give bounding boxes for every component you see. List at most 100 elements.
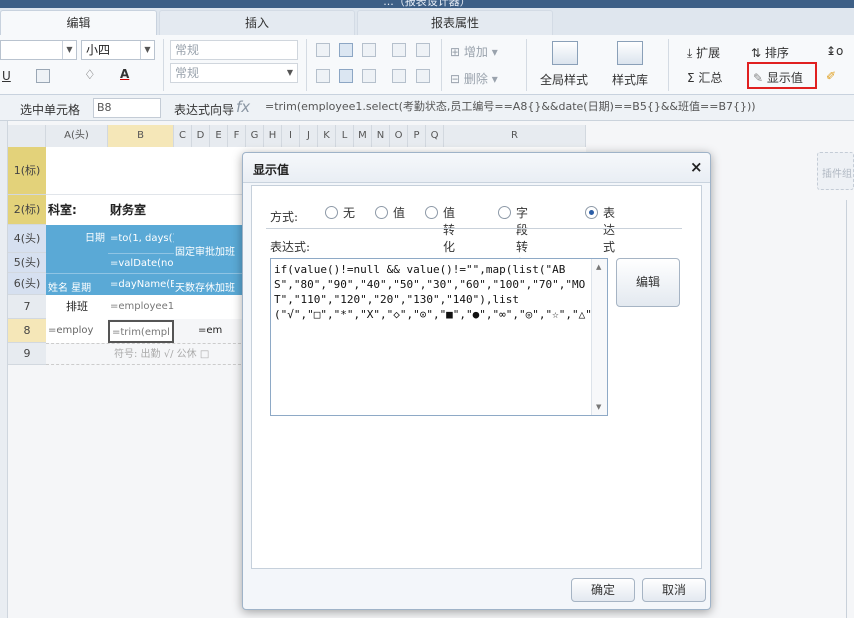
shift-formula-cell[interactable]: =employee1: [108, 295, 248, 319]
col-header[interactable]: A(头): [46, 125, 108, 147]
expand-button[interactable]: ⤓ 扩展: [687, 44, 720, 61]
cell-reference-field[interactable]: B8: [93, 98, 161, 118]
formula-bar: 选中单元格 B8 表达式向导 fx =trim(employee1.select…: [0, 95, 854, 121]
dialog-body: 方式: 无 值 值转化 字段转化 表达式 表达式: if(value()!=nu…: [251, 185, 702, 569]
col-header[interactable]: R: [444, 125, 586, 147]
legend-cell[interactable]: 符号: 出勤 √/ 公休 □: [46, 343, 246, 365]
row-header[interactable]: 8: [8, 319, 46, 343]
row-header[interactable]: 4(头): [8, 225, 46, 253]
col-header[interactable]: C: [174, 125, 192, 147]
scroll-up-icon[interactable]: ▲: [596, 263, 601, 271]
valign-top-icon[interactable]: [316, 69, 330, 83]
format-select-2[interactable]: 常规 ▼: [170, 63, 298, 83]
date-header-cell[interactable]: 日期: [46, 225, 108, 273]
radio-circle[interactable]: [375, 206, 388, 219]
summary-button[interactable]: Σ 汇总: [687, 69, 722, 86]
col-header[interactable]: B: [108, 125, 174, 147]
row-header[interactable]: 7: [8, 295, 46, 319]
indent-decrease-icon[interactable]: [392, 43, 406, 57]
expression-label: 表达式:: [270, 240, 311, 254]
tab-insert[interactable]: 插入: [159, 10, 355, 35]
row-header[interactable]: 1(标): [8, 147, 46, 195]
delete-row-button[interactable]: ⊟ 删除 ▾: [450, 70, 498, 87]
radio-label: 值: [393, 206, 406, 220]
radio-circle[interactable]: [325, 206, 338, 219]
align-right-icon[interactable]: [362, 43, 376, 57]
format-select-1[interactable]: 常规: [170, 40, 298, 60]
col-header[interactable]: O: [390, 125, 408, 147]
style-library-icon[interactable]: [617, 41, 643, 65]
col-header[interactable]: H: [264, 125, 282, 147]
valign-middle-icon[interactable]: [339, 69, 353, 83]
em-formula-cell[interactable]: =em: [198, 319, 248, 343]
fill-color-icon[interactable]: ♢: [84, 68, 96, 83]
global-style-button[interactable]: 全局样式: [540, 71, 588, 88]
insert-row-button[interactable]: ⊞ 增加 ▾: [450, 43, 498, 60]
employee-formula-cell[interactable]: =employ: [46, 319, 108, 343]
radio-circle-selected[interactable]: [585, 206, 598, 219]
col-header[interactable]: K: [318, 125, 336, 147]
row-header[interactable]: 2(标): [8, 195, 46, 225]
col-header[interactable]: M: [354, 125, 372, 147]
tab-report-properties[interactable]: 报表属性: [357, 10, 553, 35]
row-header[interactable]: 9: [8, 343, 46, 365]
edit-button[interactable]: 编辑: [616, 258, 680, 307]
cancel-button[interactable]: 取消: [642, 578, 706, 602]
dayname-cell[interactable]: =dayName(B5): [108, 273, 174, 295]
selected-cell-b8[interactable]: =trim(empl: [108, 320, 174, 343]
valdate-cell[interactable]: =valDate(no: [108, 253, 174, 273]
font-color-icon[interactable]: A: [120, 67, 129, 81]
tab-edit[interactable]: 编辑: [0, 10, 157, 35]
row-header[interactable]: 6(头): [8, 273, 46, 295]
font-name-select[interactable]: ▼: [0, 40, 77, 60]
shift-label-cell[interactable]: 排班: [46, 295, 108, 319]
header-fixed-cells[interactable]: 固定审批加班: [174, 225, 248, 273]
selected-cell-label: 选中单元格: [20, 103, 81, 117]
side-panel-tab[interactable]: 插件组: [817, 152, 854, 190]
ok-button[interactable]: 确定: [571, 578, 635, 602]
dialog-title-bar[interactable]: 显示值 ×: [243, 153, 710, 183]
col-header[interactable]: N: [372, 125, 390, 147]
col-header[interactable]: G: [246, 125, 264, 147]
dept-label-cell[interactable]: 科室:: [46, 195, 108, 225]
radio-circle[interactable]: [498, 206, 511, 219]
col-header[interactable]: P: [408, 125, 426, 147]
align-left-icon[interactable]: [316, 43, 330, 57]
col-header[interactable]: I: [282, 125, 300, 147]
col-header[interactable]: L: [336, 125, 354, 147]
col-header[interactable]: J: [300, 125, 318, 147]
col-header[interactable]: Q: [426, 125, 444, 147]
expression-scrollbar[interactable]: ▲ ▼: [591, 259, 607, 415]
underline-icon[interactable]: U: [2, 69, 11, 83]
row-header[interactable]: 5(头): [8, 253, 46, 273]
close-icon[interactable]: ×: [690, 158, 703, 176]
scroll-down-icon[interactable]: ▼: [596, 403, 601, 411]
merge-cells-icon[interactable]: [392, 69, 406, 83]
font-size-select[interactable]: 小四 ▼: [81, 40, 155, 60]
formula-input[interactable]: =trim(employee1.select(考勤状态,员工编号==A8{}&&…: [262, 98, 854, 118]
more-icon[interactable]: ↨o: [826, 44, 843, 58]
indent-increase-icon[interactable]: [416, 43, 430, 57]
wrap-text-icon[interactable]: [416, 69, 430, 83]
col-header[interactable]: E: [210, 125, 228, 147]
col-header[interactable]: F: [228, 125, 246, 147]
dept-value-cell[interactable]: 财务室: [108, 195, 248, 225]
global-style-icon[interactable]: [552, 41, 578, 65]
expand-icon: ⤓: [687, 46, 693, 60]
date-formula-cell[interactable]: =to(1, days()): [108, 225, 174, 253]
chevron-down-icon: ▼: [62, 41, 76, 59]
valign-bottom-icon[interactable]: [362, 69, 376, 83]
edit-icon[interactable]: ✐: [826, 69, 836, 83]
fx-icon[interactable]: fx: [236, 98, 250, 116]
col-header[interactable]: D: [192, 125, 210, 147]
border-icon[interactable]: [36, 69, 50, 83]
radio-circle[interactable]: [425, 206, 438, 219]
align-center-icon[interactable]: [339, 43, 353, 57]
divider: [846, 200, 847, 618]
corner-cell[interactable]: [8, 125, 46, 147]
header-days-cells[interactable]: 天数存休加班: [174, 273, 248, 295]
expression-textarea[interactable]: if(value()!=null && value()!="",map(list…: [270, 258, 608, 416]
name-weekday-cell[interactable]: 姓名 星期: [46, 273, 108, 295]
style-library-button[interactable]: 样式库: [612, 71, 648, 88]
sort-button[interactable]: ⇅ 排序: [751, 44, 789, 61]
